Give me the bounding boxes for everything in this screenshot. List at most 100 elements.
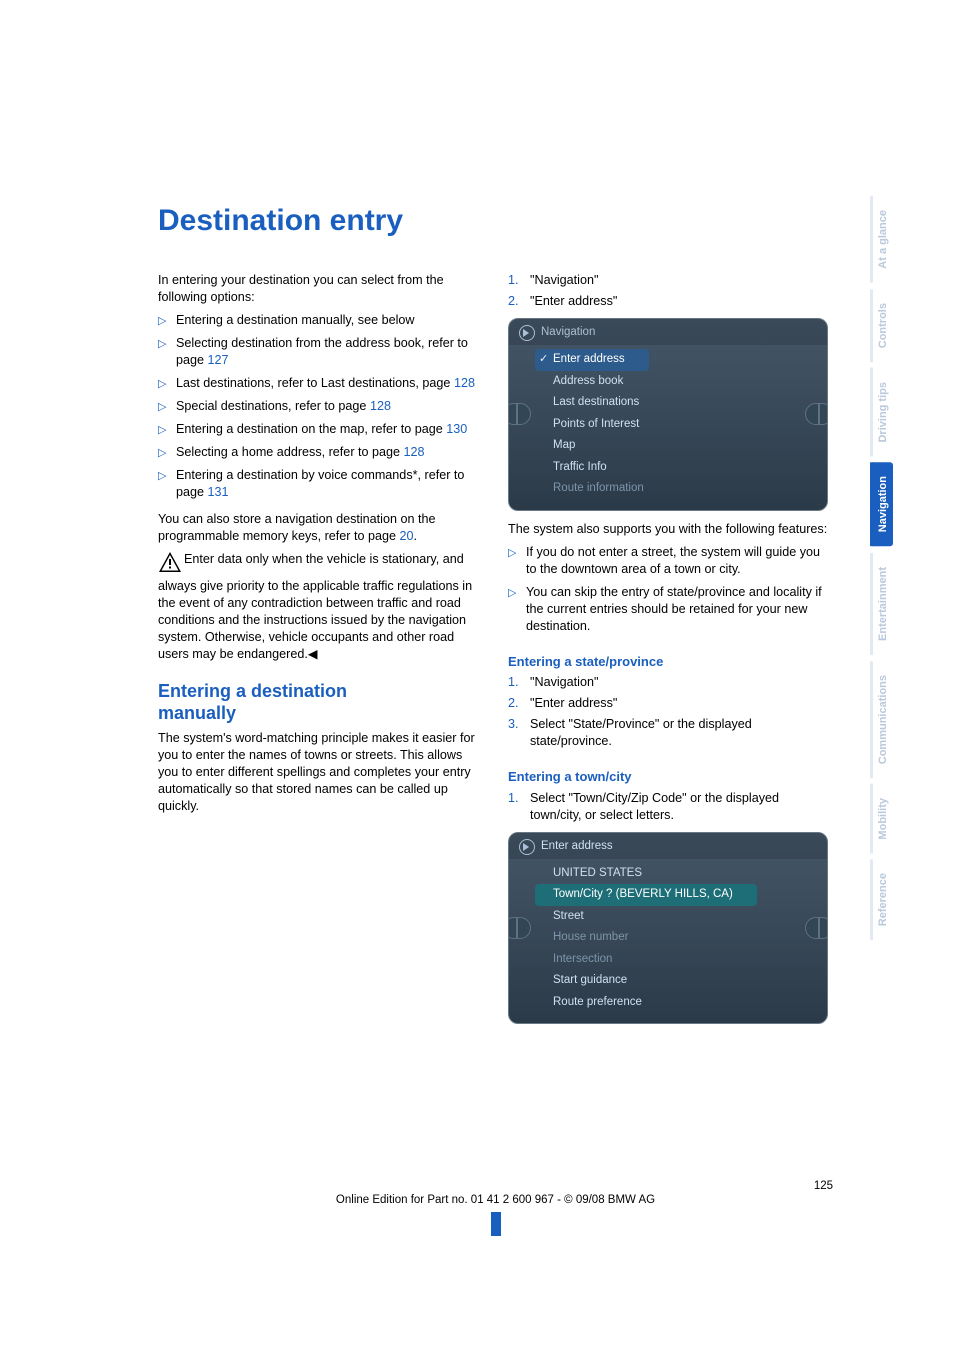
- menu-item[interactable]: Town/City ? (BEVERLY HILLS, CA): [535, 884, 757, 906]
- step-text: "Enter address": [530, 696, 617, 710]
- page-footer: 125 Online Edition for Part no. 01 41 2 …: [158, 1180, 833, 1239]
- option-item: ▷Entering a destination by voice command…: [158, 467, 482, 501]
- menu-item-label: Town/City ? (BEVERLY HILLS, CA): [553, 888, 733, 900]
- steps-town: 1.Select "Town/City/Zip Code" or the dis…: [508, 790, 832, 824]
- menu-item-label: Start guidance: [553, 974, 627, 986]
- step-item: 2. "Enter address": [508, 695, 832, 712]
- manual-para: The system's word-matching principle mak…: [158, 730, 482, 815]
- option-item: ▷Entering a destination on the map, refe…: [158, 421, 482, 438]
- side-tab-entertainment[interactable]: Entertainment: [870, 553, 893, 655]
- step-item: 2."Enter address": [508, 293, 832, 310]
- menu1-items: ✓ Enter address Address bookLast destinati…: [509, 345, 827, 510]
- step-text: "Navigation": [530, 675, 598, 689]
- side-tab-reference[interactable]: Reference: [870, 859, 893, 940]
- support-intro: The system also supports you with the fo…: [508, 521, 832, 538]
- menu-item[interactable]: Street: [535, 906, 827, 928]
- page-number: 125: [158, 1180, 833, 1192]
- option-item: ▷Selecting destination from the address …: [158, 335, 482, 369]
- menu2-title: Enter address: [541, 839, 613, 855]
- step-number: 1.: [508, 790, 519, 807]
- menu-item[interactable]: Traffic Info: [535, 457, 827, 479]
- warning-text: Enter data only when the vehicle is stat…: [158, 552, 472, 661]
- page-link[interactable]: 128: [370, 399, 391, 413]
- menu-item-label: Traffic Info: [553, 461, 607, 473]
- menu-item[interactable]: Route preference: [535, 992, 827, 1014]
- nav-icon: [519, 325, 535, 341]
- menu-item-label: Route information: [553, 482, 644, 494]
- idrive-screenshot-enter-address: Enter address UNITED STATES Town/City ? (…: [508, 832, 828, 1025]
- triangle-icon: ▷: [158, 337, 166, 352]
- menu1-title: Navigation: [541, 325, 595, 341]
- option-item: ▷Entering a destination manually, see be…: [158, 312, 482, 329]
- h2-line1: Entering a destination: [158, 681, 347, 701]
- option-item: ▷ Last destinations, refer to Last destin…: [158, 375, 482, 392]
- menu-item[interactable]: Map: [535, 435, 827, 457]
- footer-mark: [491, 1212, 501, 1236]
- step-number: 2.: [508, 293, 519, 310]
- menu-item-label: Street: [553, 910, 584, 922]
- menu-item[interactable]: ✓ Enter address: [535, 349, 649, 371]
- heading-town: Entering a town/city: [508, 768, 832, 786]
- triangle-icon: ▷: [158, 446, 166, 461]
- menu-item-label: Route preference: [553, 996, 642, 1008]
- page-title: Destination entry: [158, 204, 833, 238]
- triangle-icon: ▷: [158, 377, 166, 392]
- step-text: Select "State/Province" or the displayed…: [530, 717, 752, 748]
- section-heading-manual: Entering a destination manually: [158, 681, 482, 724]
- page: Destination entry In entering your desti…: [0, 0, 954, 1350]
- idrive-screenshot-navigation: Navigation ✓ Enter address Address bookLas…: [508, 318, 828, 511]
- footer-line: Online Edition for Part no. 01 41 2 600 …: [158, 1194, 833, 1206]
- menu-item[interactable]: Intersection: [535, 949, 827, 971]
- option-text: Entering a destination on the map, refer…: [176, 422, 446, 436]
- content-area: Destination entry In entering your desti…: [158, 204, 833, 1034]
- step-text: "Navigation": [530, 273, 598, 287]
- triangle-icon: ▷: [158, 469, 166, 484]
- menu-item[interactable]: Start guidance: [535, 970, 827, 992]
- intro-text: In entering your destination you can sel…: [158, 272, 482, 306]
- triangle-icon: ▷: [158, 314, 166, 329]
- page-link[interactable]: 130: [446, 422, 467, 436]
- menu-item-label: Points of Interest: [553, 418, 639, 430]
- side-tab-navigation[interactable]: Navigation: [870, 462, 893, 546]
- menu-item[interactable]: Points of Interest: [535, 414, 827, 436]
- option-item: ▷ Selecting a home address, refer to page…: [158, 444, 482, 461]
- menu-item[interactable]: Route information: [535, 478, 827, 500]
- check-icon: ✓: [539, 352, 548, 367]
- menu-item[interactable]: House number: [535, 927, 827, 949]
- menu-item-label: UNITED STATES: [553, 867, 642, 879]
- side-tab-communications[interactable]: Communications: [870, 661, 893, 778]
- support-text: You can skip the entry of state/province…: [526, 585, 822, 633]
- option-item: ▷Special destinations, refer to page 128: [158, 398, 482, 415]
- step-number: 3.: [508, 716, 519, 733]
- support-text: If you do not enter a street, the system…: [526, 545, 820, 576]
- menu1-title-bar: Navigation: [509, 319, 827, 345]
- side-tab-driving-tips[interactable]: Driving tips: [870, 368, 893, 457]
- store-para: You can also store a navigation destinat…: [158, 511, 482, 545]
- page-link[interactable]: 128: [454, 376, 475, 390]
- menu-item[interactable]: Address book: [535, 371, 827, 393]
- warning-icon: [158, 551, 182, 578]
- page-link[interactable]: 128: [404, 445, 425, 459]
- triangle-icon: ▷: [508, 546, 516, 561]
- side-tab-at-a-glance[interactable]: At a glance: [870, 196, 893, 283]
- support-list: ▷ If you do not enter a street, the syste…: [508, 544, 832, 635]
- option-text: Selecting a home address, refer to page: [176, 445, 404, 459]
- two-columns: In entering your destination you can sel…: [158, 272, 833, 1034]
- side-tab-controls[interactable]: Controls: [870, 289, 893, 362]
- menu-item[interactable]: UNITED STATES: [535, 863, 827, 885]
- menu-item-label: Enter address: [553, 353, 625, 365]
- page-link[interactable]: 131: [208, 485, 229, 499]
- store-link[interactable]: 20: [399, 529, 413, 543]
- step-item: 1."Navigation": [508, 674, 832, 691]
- nav-icon-2: [519, 839, 535, 855]
- page-link[interactable]: 127: [208, 353, 229, 367]
- side-tab-mobility[interactable]: Mobility: [870, 784, 893, 854]
- support-item: ▷ If you do not enter a street, the syste…: [508, 544, 832, 578]
- store-text-b: .: [414, 529, 418, 543]
- menu-item[interactable]: Last destinations: [535, 392, 827, 414]
- store-text-a: You can also store a navigation destinat…: [158, 512, 436, 543]
- warning-block: Enter data only when the vehicle is stat…: [158, 551, 482, 663]
- menu-item-label: Map: [553, 439, 575, 451]
- step-number: 2.: [508, 695, 519, 712]
- option-text: Last destinations, refer to Last destina…: [176, 376, 454, 390]
